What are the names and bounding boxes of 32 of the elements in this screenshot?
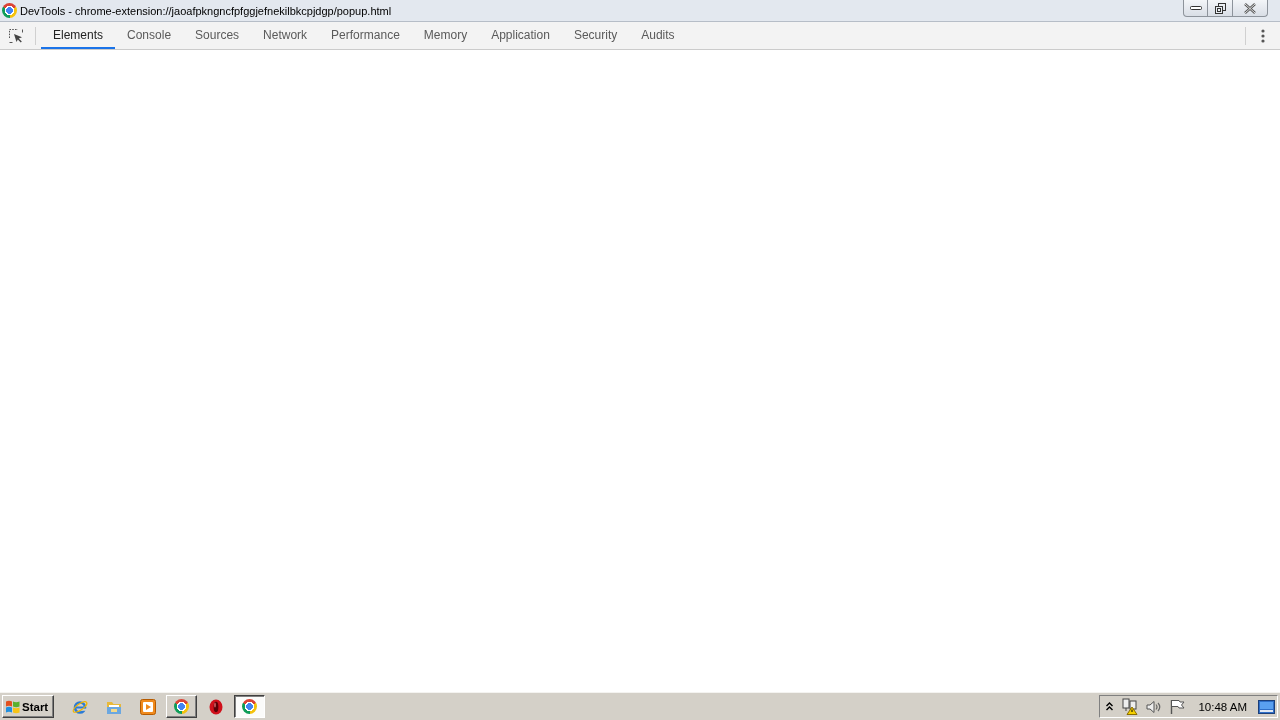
clock: 10:48 AM [1198, 700, 1247, 713]
browser-icon [174, 699, 189, 714]
o-logo-icon [208, 698, 223, 715]
flag-icon[interactable] [1170, 699, 1186, 714]
play-icon [139, 698, 156, 715]
panel-tab[interactable]: Audits [629, 22, 687, 49]
restore-icon [1214, 2, 1226, 14]
e-logo-icon [71, 698, 88, 715]
minimize-button[interactable] [1183, 0, 1208, 17]
minimize-icon [1189, 6, 1202, 10]
app-icon [2, 3, 17, 18]
panel-tab[interactable]: Memory [411, 22, 480, 49]
windows-logo-icon [5, 699, 21, 714]
chevron-up-icon[interactable] [1106, 702, 1114, 711]
start-button[interactable]: Start [2, 695, 54, 718]
show-desktop-icon[interactable] [1258, 699, 1275, 714]
panel-tab[interactable]: Network [251, 22, 320, 49]
browser-icon [242, 699, 257, 714]
panel-tab[interactable]: Application [479, 22, 562, 49]
inspect-icon [9, 28, 23, 43]
panel-tab[interactable]: Security [561, 22, 630, 49]
panel-tab[interactable]: Console [115, 22, 184, 49]
window-title: DevTools - chrome-extension://jaoafpkngncfpfggjefnekilbkcpjdgp/popup.html [20, 4, 392, 17]
taskbar-button[interactable] [234, 695, 265, 718]
restore-button[interactable] [1208, 0, 1233, 17]
more-icon [1261, 28, 1265, 43]
close-button[interactable] [1233, 0, 1268, 17]
network-warning-icon[interactable] [1121, 698, 1139, 715]
panel-tab[interactable]: Performance [319, 22, 412, 49]
close-icon [1244, 2, 1256, 14]
speaker-icon[interactable] [1146, 699, 1163, 714]
panel-tab[interactable]: Sources [183, 22, 252, 49]
